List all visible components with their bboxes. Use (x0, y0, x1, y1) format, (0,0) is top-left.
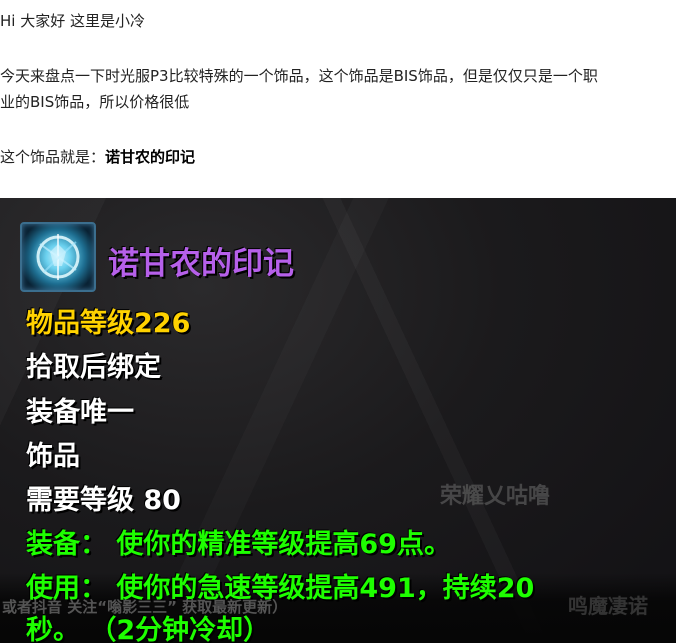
tooltip-item-level: 物品等级226 (26, 308, 191, 339)
greeting-text: Hi 大家好 这里是小冷 (0, 12, 145, 30)
tooltip-equip-effect: 装备： 使你的精准等级提高69点。 (26, 529, 451, 560)
tooltip-unique: 装备唯一 (26, 397, 134, 428)
tooltip-item-name: 诺甘农的印记 (108, 246, 294, 282)
item-intro-name: 诺甘农的印记 (105, 148, 196, 166)
watermark-corner: 鸣魔凄诺 (568, 594, 648, 618)
item-tooltip-screenshot: 诺甘农的印记 物品等级226 拾取后绑定 装备唯一 饰品 需要等级 80 荣耀乂… (0, 198, 676, 643)
tooltip-use-effect-line-2: 秒。 （2分钟冷却） (26, 615, 271, 643)
rune-sphere-icon (20, 222, 96, 292)
intro-paragraph-line-2: 业的BIS饰品，所以价格很低 (0, 93, 190, 111)
item-intro-prefix: 这个饰品就是： (0, 148, 106, 166)
item-intro-line: 这个饰品就是：诺甘农的印记 (0, 144, 195, 170)
tooltip-required-level: 需要等级 80 (26, 485, 181, 516)
watermark-right: 荣耀乂咕噜 (440, 484, 551, 509)
intro-paragraph-line-1: 今天来盘点一下时光服P3比较特殊的一个饰品，这个饰品是BIS饰品，但是仅仅只是一… (0, 67, 598, 85)
tooltip-bind-type: 拾取后绑定 (26, 352, 161, 383)
tooltip-slot: 饰品 (26, 441, 80, 472)
